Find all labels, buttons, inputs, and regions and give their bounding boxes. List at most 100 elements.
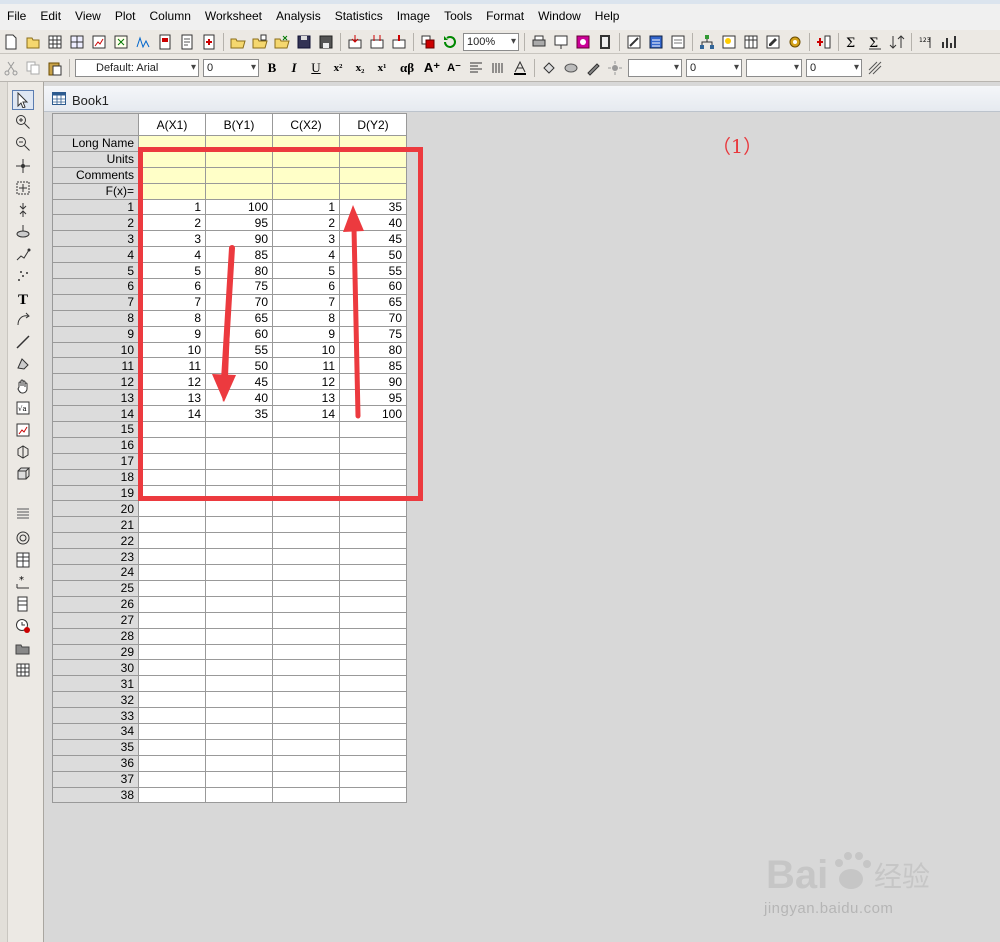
data-cell[interactable]: [272, 707, 340, 724]
data-cell[interactable]: 7: [138, 293, 206, 311]
data-cell[interactable]: [138, 564, 206, 581]
data-cell[interactable]: 6: [138, 278, 206, 295]
data-cell[interactable]: 100: [339, 405, 407, 423]
menu-tools[interactable]: Tools: [437, 8, 479, 24]
data-cell[interactable]: [272, 611, 340, 629]
data-cell[interactable]: [272, 722, 340, 740]
data-cell[interactable]: [339, 786, 407, 804]
data-cell[interactable]: [272, 643, 340, 661]
data-cell[interactable]: 9: [138, 325, 206, 343]
data-cell[interactable]: [205, 468, 273, 486]
data-cell[interactable]: [138, 707, 206, 724]
data-cell[interactable]: [272, 659, 340, 677]
data-cell[interactable]: [339, 564, 407, 581]
data-cell[interactable]: [339, 627, 407, 645]
data-cell[interactable]: [205, 452, 273, 470]
data-cell[interactable]: 5: [272, 262, 340, 280]
row-number[interactable]: 1: [52, 198, 139, 216]
data-cell[interactable]: 70: [205, 293, 273, 311]
data-cell[interactable]: [339, 532, 407, 550]
data-cell[interactable]: [205, 722, 273, 740]
meta-cell[interactable]: [339, 182, 407, 200]
duplicate-icon[interactable]: [419, 33, 437, 51]
refresh-icon[interactable]: [441, 33, 459, 51]
data-cell[interactable]: [339, 516, 407, 534]
meta-cell[interactable]: [138, 150, 206, 168]
save-project-icon[interactable]: [295, 33, 313, 51]
data-cell[interactable]: [339, 595, 407, 613]
data-cell[interactable]: 11: [138, 357, 206, 375]
data-cell[interactable]: [272, 500, 340, 518]
meta-cell[interactable]: [205, 135, 273, 152]
data-cell[interactable]: [138, 421, 206, 438]
row-number[interactable]: 23: [52, 548, 139, 566]
folders-tool[interactable]: [12, 638, 34, 658]
data-cell[interactable]: [339, 436, 407, 454]
hand-tool[interactable]: [12, 376, 34, 396]
column-header-c[interactable]: C(X2): [272, 113, 340, 136]
data-cell[interactable]: [138, 595, 206, 613]
new-graph-icon[interactable]: [90, 33, 108, 51]
new-function-icon[interactable]: [134, 33, 152, 51]
data-cell[interactable]: [205, 595, 273, 613]
meta-row-label[interactable]: F(x)=: [52, 182, 139, 200]
meta-cell[interactable]: [205, 166, 273, 184]
data-cell[interactable]: [339, 691, 407, 709]
data-cell[interactable]: [205, 548, 273, 566]
open-template-icon[interactable]: [251, 33, 269, 51]
print-icon[interactable]: [530, 33, 548, 51]
row-number[interactable]: 16: [52, 436, 139, 454]
mask-points-tool[interactable]: [12, 266, 34, 286]
paste-icon[interactable]: [46, 59, 64, 77]
data-cell[interactable]: [205, 707, 273, 724]
data-cell[interactable]: [205, 436, 273, 454]
data-cell[interactable]: [205, 516, 273, 534]
row-number[interactable]: 35: [52, 738, 139, 756]
data-cell[interactable]: 13: [272, 389, 340, 407]
column-layout-tool[interactable]: [12, 550, 34, 570]
data-cell[interactable]: [272, 548, 340, 566]
data-cell[interactable]: 45: [339, 230, 407, 248]
meta-cell[interactable]: [272, 150, 340, 168]
code-builder-icon[interactable]: [625, 33, 643, 51]
data-cell[interactable]: [339, 579, 407, 597]
meta-row-label[interactable]: Units: [52, 150, 139, 168]
draw-data-tool[interactable]: [12, 244, 34, 264]
meta-cell[interactable]: [339, 150, 407, 168]
data-cell[interactable]: [205, 579, 273, 597]
data-cell[interactable]: [272, 579, 340, 597]
font-color-icon[interactable]: [511, 59, 529, 77]
meta-cell[interactable]: [205, 150, 273, 168]
image-window-icon[interactable]: [720, 33, 738, 51]
row-number[interactable]: 15: [52, 421, 139, 438]
row-number[interactable]: 17: [52, 452, 139, 470]
menu-column[interactable]: Column: [143, 8, 198, 24]
data-cell[interactable]: [138, 643, 206, 661]
super-subscript-button[interactable]: x¹: [373, 62, 391, 74]
new-folder-icon[interactable]: [24, 33, 42, 51]
row-number[interactable]: 5: [52, 262, 139, 280]
meta-cell[interactable]: [339, 135, 407, 152]
data-cell[interactable]: [272, 691, 340, 709]
column-header-b[interactable]: B(Y1): [205, 113, 273, 136]
cut-icon[interactable]: [2, 59, 20, 77]
curved-arrow-tool[interactable]: [12, 310, 34, 330]
meta-cell[interactable]: [138, 182, 206, 200]
meta-cell[interactable]: [339, 166, 407, 184]
data-cell[interactable]: [138, 484, 206, 502]
data-cell[interactable]: 55: [339, 262, 407, 280]
data-cell[interactable]: [205, 564, 273, 581]
open-excel-icon[interactable]: [273, 33, 291, 51]
meta-cell[interactable]: [272, 166, 340, 184]
data-cell[interactable]: 75: [205, 278, 273, 295]
line-color-icon[interactable]: [584, 59, 602, 77]
data-cell[interactable]: [339, 754, 407, 772]
menu-format[interactable]: Format: [479, 8, 531, 24]
data-cell[interactable]: [272, 516, 340, 534]
menu-plot[interactable]: Plot: [108, 8, 143, 24]
data-cell[interactable]: [138, 611, 206, 629]
data-cell[interactable]: [339, 468, 407, 486]
data-cell[interactable]: [138, 659, 206, 677]
data-cell[interactable]: [138, 627, 206, 645]
data-cell[interactable]: 65: [339, 293, 407, 311]
